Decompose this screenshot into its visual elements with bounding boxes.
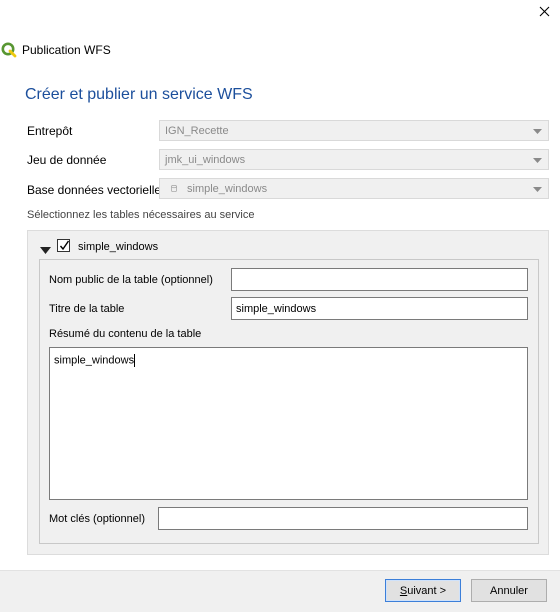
jeu-select[interactable]: jmk_ui_windows [159,149,549,170]
tables-hint: Sélectionnez les tables nécessaires au s… [27,209,255,221]
window-title: Publication WFS [22,43,111,57]
mots-cles-label: Mot clés (optionnel) [49,513,145,525]
next-label: uivant > [407,584,447,597]
resume-label: Résumé du contenu de la table [49,328,202,340]
resume-value: simple_windows [54,354,135,367]
nom-public-label: Nom public de la table (optionnel) [49,274,213,286]
titre-value: simple_windows [236,302,317,315]
next-button[interactable]: Suivant > [385,579,461,602]
chevron-down-icon [533,129,542,134]
mots-cles-input[interactable] [158,507,528,530]
database-icon [171,185,177,192]
resume-textarea[interactable]: simple_windows [49,347,528,500]
close-icon[interactable] [536,3,554,21]
base-label: Base données vectorielle [27,183,162,197]
jeu-label: Jeu de donnée [27,153,107,167]
base-value: simple_windows [187,182,268,195]
page-title: Créer et publier un service WFS [25,86,253,103]
checkmark-icon [59,240,70,251]
nom-public-input[interactable] [231,268,528,291]
layer-name: simple_windows [78,241,159,253]
titre-label: Titre de la table [49,303,125,315]
entrepot-label: Entrepôt [27,124,73,138]
layer-checkbox[interactable] [57,239,70,252]
base-select[interactable]: simple_windows [159,178,549,199]
qgis-logo-icon [1,42,17,58]
chevron-down-icon [533,187,542,192]
entrepot-value: IGN_Recette [165,124,229,137]
cancel-label: Annuler [490,584,528,597]
text-caret [134,354,136,367]
jeu-value: jmk_ui_windows [165,153,246,166]
collapse-triangle-icon[interactable] [40,243,51,257]
cancel-button[interactable]: Annuler [471,579,547,602]
titre-input[interactable]: simple_windows [231,297,528,320]
next-mnemonic: S [399,584,408,597]
entrepot-select[interactable]: IGN_Recette [159,120,549,141]
chevron-down-icon [533,158,542,163]
